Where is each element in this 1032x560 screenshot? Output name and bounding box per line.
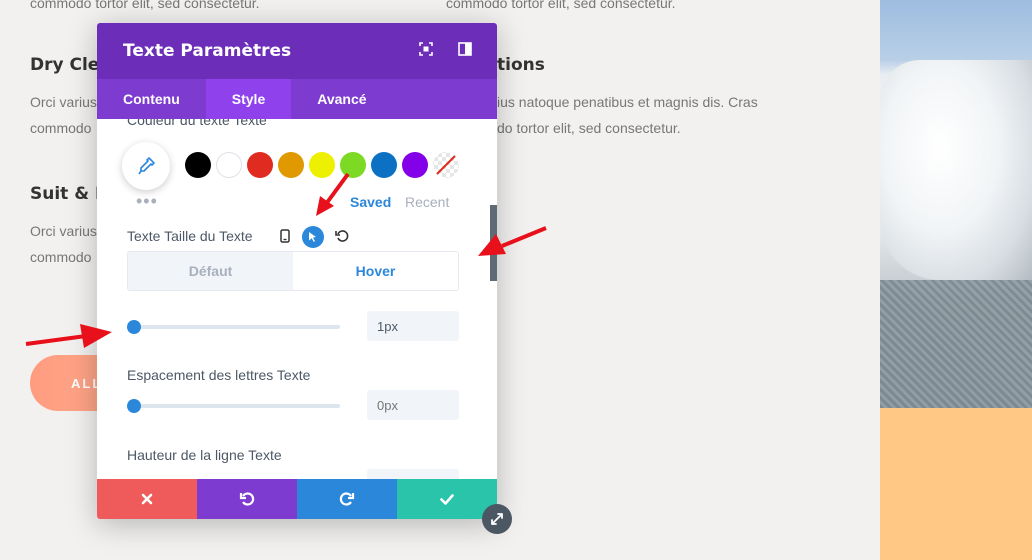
bg-text-dry-1: Orci varius — [30, 94, 97, 110]
swatch-red[interactable] — [247, 152, 273, 178]
state-toggle: Défaut Hover — [127, 251, 459, 291]
expand-icon[interactable] — [419, 42, 433, 56]
text-size-slider[interactable] — [127, 320, 340, 334]
phone-icon[interactable] — [275, 226, 295, 246]
text-settings-modal: Texte Paramètres Contenu Style Avancé Co… — [97, 23, 497, 519]
bg-text-top-left: commodo tortor elit, sed consectetur. — [30, 0, 260, 11]
modal-header: Texte Paramètres — [97, 23, 497, 79]
letter-spacing-input[interactable] — [367, 390, 459, 420]
redo-button[interactable] — [297, 479, 397, 519]
cancel-button[interactable] — [97, 479, 197, 519]
swatch-white[interactable] — [216, 152, 242, 178]
annotation-arrow-scrollbar — [478, 226, 547, 256]
bg-text-suit-1: Orci varius — [30, 223, 97, 239]
no-color-icon[interactable] — [433, 152, 459, 178]
bg-text-right-1: ius natoque penatibus et magnis dis. Cra… — [497, 94, 758, 110]
tab-style[interactable]: Style — [205, 79, 292, 119]
tab-contenu[interactable]: Contenu — [97, 79, 206, 119]
line-height-input[interactable] — [367, 469, 459, 479]
modal-title: Texte Paramètres — [123, 41, 292, 61]
tab-avance[interactable]: Avancé — [291, 79, 392, 119]
line-height-label: Hauteur de la ligne Texte — [127, 447, 282, 463]
redo-icon — [339, 492, 355, 506]
modal-footer — [97, 479, 497, 519]
bg-text-right-2: do tortor elit, sed consectetur. — [497, 120, 681, 136]
annotation-arrow-slider — [25, 324, 112, 348]
text-size-input[interactable] — [367, 311, 459, 341]
orange-block — [880, 408, 1032, 560]
eyedropper-icon[interactable] — [122, 142, 170, 190]
bg-heading-right: tions — [497, 55, 545, 75]
swatch-blue[interactable] — [371, 152, 397, 178]
letter-spacing-slider[interactable] — [127, 399, 340, 413]
modal-body: Couleur du texte Texte ••• Saved Recent … — [97, 119, 497, 479]
undo-button[interactable] — [197, 479, 297, 519]
swatch-purple[interactable] — [402, 152, 428, 178]
bg-text-suit-2: commodo — [30, 249, 92, 265]
towels-image — [880, 0, 1032, 408]
swatch-orange[interactable] — [278, 152, 304, 178]
reset-icon[interactable] — [332, 226, 352, 246]
text-color-label: Couleur du texte Texte — [127, 119, 267, 128]
sidebar-layout-icon[interactable] — [458, 42, 472, 56]
check-icon — [440, 494, 454, 505]
undo-icon — [239, 492, 255, 506]
cursor-icon[interactable] — [302, 226, 324, 248]
saved-colors-tab[interactable]: Saved — [350, 194, 391, 210]
letter-spacing-slider-handle[interactable] — [127, 399, 141, 413]
recent-colors-tab[interactable]: Recent — [405, 194, 449, 210]
toggle-default[interactable]: Défaut — [128, 252, 293, 290]
swatch-black[interactable] — [185, 152, 211, 178]
letter-spacing-label: Espacement des lettres Texte — [127, 367, 311, 383]
close-icon — [141, 493, 153, 505]
text-size-slider-handle[interactable] — [127, 320, 141, 334]
resize-icon[interactable] — [482, 504, 512, 534]
annotation-arrow-cursor — [316, 172, 350, 216]
text-size-label: Texte Taille du Texte — [127, 228, 253, 244]
bg-text-dry-2: commodo — [30, 120, 92, 136]
modal-tabs: Contenu Style Avancé — [97, 79, 497, 119]
toggle-hover[interactable]: Hover — [293, 252, 458, 290]
bg-text-top-right: commodo tortor elit, sed consectetur. — [446, 0, 676, 11]
more-swatches-icon[interactable]: ••• — [136, 192, 158, 210]
